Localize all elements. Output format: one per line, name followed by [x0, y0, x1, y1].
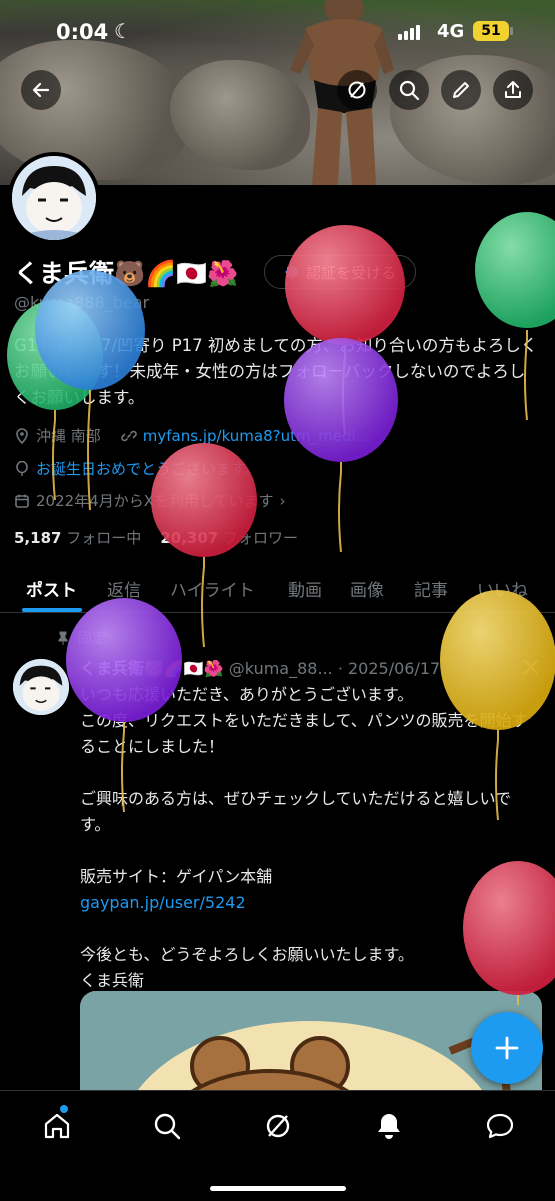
- status-time: 0:04: [56, 20, 109, 44]
- active-tab-indicator: [22, 608, 82, 612]
- edit-icon: [453, 82, 469, 98]
- birthday-row: お誕生日おめでとうございます。: [14, 458, 260, 479]
- search-icon[interactable]: [152, 1111, 182, 1141]
- post-link[interactable]: gaypan.jp/user/5242: [80, 890, 540, 916]
- home-icon[interactable]: [42, 1111, 72, 1141]
- avatar-illustration: [12, 156, 96, 240]
- home-indicator: [210, 1186, 346, 1191]
- network-type: 4G: [437, 21, 465, 42]
- grok-icon: [348, 81, 366, 99]
- plus-icon: [495, 1036, 519, 1060]
- profile-tabs: ポスト 返信 ハイライト 動画 画像 記事 いいね: [0, 562, 555, 613]
- profile-avatar[interactable]: [8, 152, 100, 244]
- following-label: フォロー中: [66, 529, 142, 547]
- share-button[interactable]: [493, 70, 533, 110]
- following-count: 5,187: [14, 529, 62, 547]
- post-header: くま兵衛🐻🌈🇯🇵🌺 @kuma_88... · 2025/06/17: [80, 655, 440, 679]
- followers-link[interactable]: 20,307 フォロワー: [160, 529, 298, 547]
- balloon-icon: [16, 460, 28, 476]
- profile-website[interactable]: myfans.jp/kuma8?utm_medi...: [143, 427, 370, 445]
- profile-bio: G142/25/37/凹寄り P17 初めましての方、お知り合いの方もよろしくお…: [14, 336, 538, 407]
- back-button[interactable]: [21, 70, 61, 110]
- search-icon: [399, 80, 420, 101]
- arrow-left-icon: [32, 82, 50, 98]
- search-button[interactable]: [389, 70, 429, 110]
- joined-date: 2022年4月からXを利用しています: [36, 492, 274, 510]
- follow-stats: 5,187 フォロー中 20,307 フォロワー: [14, 527, 298, 548]
- post-line: この度、リクエストをいただきまして、パンツの販売を開始することにしました！: [80, 711, 528, 756]
- joined-row[interactable]: 2022年4月からXを利用しています ›: [14, 490, 286, 511]
- tab-highlights[interactable]: ハイライト: [170, 576, 255, 601]
- birthday-message: お誕生日おめでとうございます。: [36, 460, 260, 478]
- x-logo-icon: [523, 659, 539, 675]
- tab-images[interactable]: 画像: [350, 576, 384, 601]
- verify-button[interactable]: 認証を受ける: [264, 255, 416, 289]
- verify-label: 認証を受ける: [305, 263, 396, 282]
- pinned-label: 固定: [78, 631, 106, 647]
- battery-icon: 51: [473, 21, 513, 41]
- tab-posts[interactable]: ポスト: [26, 576, 77, 601]
- post-text: いつも応援いただき、ありがとうございます。 この度、リクエストをいただきまして、…: [80, 682, 540, 994]
- followers-label: フォロワー: [223, 529, 299, 547]
- post-date[interactable]: · 2025/06/17: [338, 659, 440, 678]
- calendar-icon: [15, 494, 29, 508]
- followers-count: 20,307: [160, 529, 219, 547]
- post-line: 販売サイト：ゲイパン本舗: [80, 867, 273, 886]
- profile-handle: @kuma888_bear: [14, 293, 150, 312]
- grok-icon[interactable]: [263, 1111, 293, 1141]
- post-line: 今後とも、どうぞよろしくお願いいたします。: [80, 945, 414, 964]
- edit-button[interactable]: [441, 70, 481, 110]
- share-icon: [505, 81, 521, 98]
- messages-icon[interactable]: [485, 1111, 515, 1141]
- bottom-navigation: [0, 1090, 555, 1201]
- signal-icon: [398, 24, 420, 40]
- profile-name: くま兵衛🐻🌈🇯🇵🌺: [14, 259, 239, 288]
- tab-articles[interactable]: 記事: [414, 576, 448, 601]
- chevron-right-icon: ›: [279, 491, 286, 510]
- notifications-icon[interactable]: [374, 1111, 404, 1141]
- tab-videos[interactable]: 動画: [288, 576, 322, 601]
- post-line: ご興味のある方は、ぜひチェックしていただけると嬉しいです。: [80, 789, 512, 834]
- grok-button[interactable]: [337, 70, 377, 110]
- verified-badge-icon: [284, 265, 299, 279]
- tab-replies[interactable]: 返信: [107, 576, 141, 601]
- following-link[interactable]: 5,187 フォロー中: [14, 529, 141, 547]
- avatar-illustration: [13, 659, 69, 715]
- post-line: いつも応援いただき、ありがとうございます。: [80, 685, 414, 704]
- pin-icon: [58, 631, 68, 645]
- location-icon: [16, 427, 28, 444]
- post-author-avatar[interactable]: [13, 659, 69, 715]
- status-bar: 0:04 ☾ 4G 51: [0, 0, 555, 64]
- post-author-name[interactable]: くま兵衛🐻🌈🇯🇵🌺: [80, 659, 224, 678]
- compose-button[interactable]: [471, 1012, 543, 1084]
- pinned-indicator: 固定: [56, 628, 106, 648]
- profile-location: 沖縄 南部: [36, 427, 101, 445]
- moon-icon: ☾: [114, 19, 132, 43]
- profile-meta-row: 沖縄 南部 myfans.jp/kuma8?utm_medi...: [14, 425, 370, 446]
- link-icon: [121, 430, 137, 441]
- tab-likes[interactable]: いいね: [477, 576, 528, 601]
- post-author-handle[interactable]: @kuma_88...: [229, 659, 333, 678]
